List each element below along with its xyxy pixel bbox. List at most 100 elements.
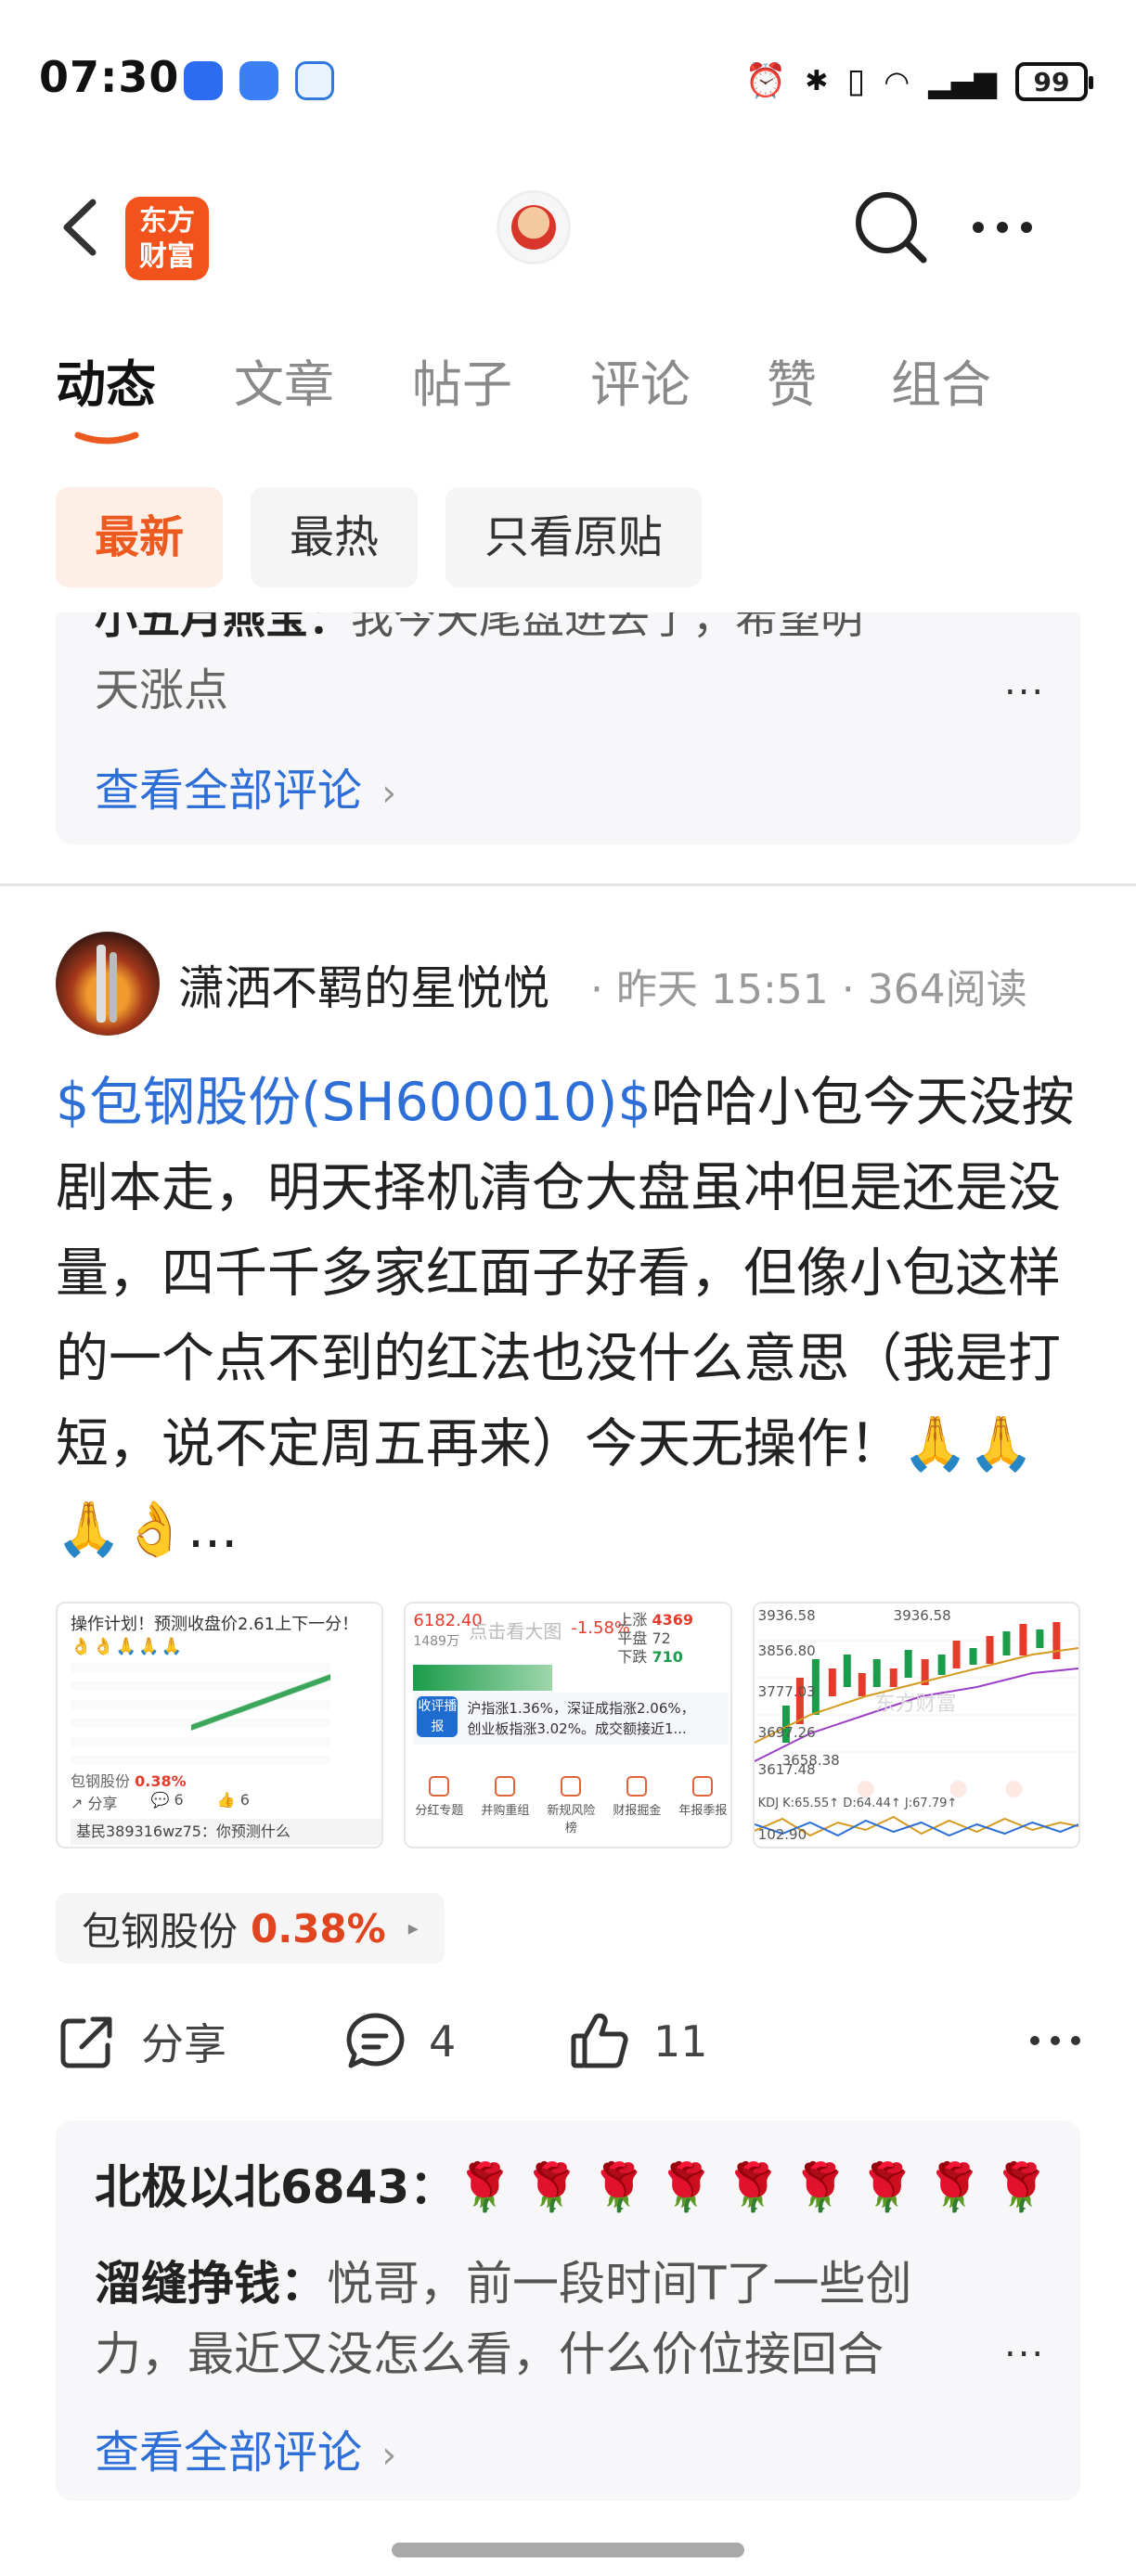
- comment-text: 悦哥，前一段时间T了一些创: [327, 2257, 912, 2311]
- thumb2-news: 收评播报 沪指涨1.36%，深证成指涨2.06%， 创业板指涨3.02%。成交额…: [413, 1693, 729, 1745]
- vibrate-icon: ▯: [846, 62, 866, 100]
- price-label-4: 3697.26: [757, 1724, 816, 1741]
- stock-tag[interactable]: 包钢股份 0.38% ▸: [56, 1893, 445, 1964]
- comment-1[interactable]: 北极以北6843：🌹🌹🌹🌹🌹🌹🌹🌹🌹: [95, 2150, 1059, 2217]
- flat-label: 平盘: [617, 1629, 648, 1647]
- comment-author: 北极以北6843：: [95, 2160, 457, 2214]
- dot: [973, 222, 984, 233]
- post-image-3[interactable]: 3936.58 3936.58 3856.80 3777.03 3697.26 …: [752, 1602, 1080, 1848]
- thumb1-table: [71, 1663, 330, 1765]
- home-indicator[interactable]: [392, 2543, 744, 2557]
- tab-comments[interactable]: 评论: [590, 348, 691, 422]
- thumb2-badge: 收评播报: [417, 1696, 458, 1737]
- view-all-label: 查看全部评论: [95, 765, 363, 817]
- icon-label: 分红专题: [415, 1804, 464, 1818]
- thumb1-comment-count: 6: [174, 1791, 184, 1809]
- thumb2-volume-bar: [413, 1665, 553, 1691]
- like-button[interactable]: 11: [568, 2004, 708, 2079]
- author-avatar[interactable]: [56, 932, 160, 1036]
- thumb1-share: ↗ 分享: [71, 1795, 118, 1812]
- price-label-2: 3856.80: [757, 1642, 816, 1659]
- chevron-right-icon: ›: [381, 772, 397, 815]
- post-more-icon[interactable]: [1030, 2036, 1080, 2045]
- thumbs-up-icon: [571, 2013, 628, 2068]
- dot: [1021, 222, 1032, 233]
- comment-button[interactable]: 4: [343, 2004, 456, 2079]
- thumb1-likes: 👍 6: [216, 1791, 250, 1809]
- comment-text: 🌹🌹🌹🌹🌹🌹🌹🌹🌹: [456, 2160, 1060, 2214]
- profile-avatar[interactable]: [497, 190, 571, 264]
- profile-tabs: 动态 文章 帖子 评论 赞 组合: [0, 348, 1136, 444]
- eastmoney-logo[interactable]: 东方 财富: [125, 197, 209, 280]
- comment-more-icon[interactable]: ...: [1004, 2323, 1045, 2365]
- thumb1-emoji: 👌👌🙏🙏🙏: [71, 1637, 185, 1656]
- price-label-1: 3936.58: [757, 1607, 816, 1624]
- wifi-icon: ◠: [884, 64, 910, 99]
- dot: [1030, 2036, 1039, 2045]
- search-icon[interactable]: [849, 186, 933, 269]
- post-actions: 分享 4 11: [56, 2004, 1080, 2079]
- comment-cut-line: 小五月燕宝：我今天尾盘进去了，希望明: [95, 612, 863, 646]
- thumb2-sub: 1489万: [413, 1634, 459, 1649]
- filter-hot[interactable]: 最热: [251, 487, 419, 587]
- thumb1-reply: 基民389316wz75：你预测什么: [71, 1819, 382, 1845]
- share-label: 分享: [141, 2019, 226, 2069]
- thumb2-market: 6182.40 1489万 点击看大图 -1.58% 上涨 4369 平盘 72…: [413, 1611, 729, 1691]
- tab-active-indicator: [74, 431, 139, 444]
- back-arrow-icon[interactable]: [56, 197, 111, 258]
- comment-text: 我今天尾盘进去了，希望明: [351, 612, 863, 643]
- thumb1-actions: ↗ 分享 💬 6 👍 6: [71, 1791, 250, 1813]
- status-bar: 07:30 ⏰ ✱ ▯ ◠ ▂▄▆ 99: [0, 0, 1136, 158]
- filter-original-only[interactable]: 只看原贴: [445, 487, 703, 587]
- shield-app-icon: [184, 61, 223, 100]
- price-label-top: 3936.58: [893, 1607, 951, 1624]
- post-image-2[interactable]: 6182.40 1489万 点击看大图 -1.58% 上涨 4369 平盘 72…: [404, 1602, 732, 1848]
- share-button[interactable]: 分享: [56, 2004, 226, 2079]
- comment-more-icon[interactable]: ...: [1004, 661, 1045, 703]
- nav-bar: 东方 财富: [0, 158, 1136, 297]
- thumb1-share-label: 分享: [87, 1795, 118, 1812]
- view-all-comments-link[interactable]: 查看全部评论 ›: [95, 2415, 396, 2480]
- news-line1: 沪指涨1.36%，深证成指涨2.06%，: [467, 1700, 695, 1717]
- filter-latest[interactable]: 最新: [56, 487, 224, 587]
- icon-label: 年报季报: [678, 1804, 728, 1818]
- tab-articles[interactable]: 文章: [234, 348, 334, 422]
- post-meta: · 昨天 15:51 · 364阅读: [590, 966, 1027, 1013]
- stock-tag-name: 包钢股份: [82, 1908, 239, 1954]
- post-image-1[interactable]: 操作计划！预测收盘价2.61上下一分！ 👌👌🙏🙏🙏 包钢股份 0.38% ↗ 分…: [56, 1602, 384, 1848]
- post-body[interactable]: $包钢股份(SH600010)$哈哈小包今天没按剧本走，明天择机清仓大盘虽冲但是…: [56, 1060, 1086, 1572]
- comment-author: 溜缝挣钱：: [95, 2257, 327, 2311]
- stock-mention-link[interactable]: $包钢股份(SH600010)$: [56, 1072, 652, 1133]
- chevron-right-icon: ›: [381, 2434, 397, 2477]
- up-count: 4369: [652, 1611, 693, 1629]
- thumb2-news-text: 沪指涨1.36%，深证成指涨2.06%， 创业板指涨3.02%。成交额接近1..…: [467, 1698, 694, 1739]
- author-name[interactable]: 潇洒不羁的星悦悦: [178, 951, 549, 1018]
- risk-icon: 新规风险榜: [545, 1776, 597, 1835]
- comment-2[interactable]: 溜缝挣钱：悦哥，前一段时间T了一些创: [95, 2247, 912, 2313]
- thumb1-title: 操作计划！预测收盘价2.61上下一分！: [71, 1615, 359, 1634]
- tab-likes[interactable]: 赞: [767, 348, 817, 422]
- view-all-comments-link[interactable]: 查看全部评论 ›: [95, 753, 396, 818]
- logo-line1: 东方: [139, 205, 195, 238]
- tab-posts[interactable]: 帖子: [412, 348, 512, 422]
- annual-report-icon: 年报季报: [677, 1776, 729, 1832]
- report-icon: 财报掘金: [611, 1776, 663, 1832]
- more-options-icon[interactable]: [973, 213, 1047, 241]
- dot: [1071, 2036, 1080, 2045]
- filter-chips: 最新 最热 只看原贴: [56, 487, 703, 587]
- caret-right-icon: ▸: [407, 1916, 419, 1940]
- thumb1-stock: 包钢股份 0.38%: [71, 1769, 187, 1791]
- thumb1-stock-name: 包钢股份: [71, 1772, 131, 1790]
- price-label-3: 3777.03: [757, 1683, 816, 1700]
- battery-icon: 99: [1015, 62, 1093, 101]
- logo-line2: 财富: [139, 240, 195, 273]
- comment-text-line2: 天涨点: [95, 664, 229, 716]
- icon-label: 并购重组: [481, 1804, 530, 1818]
- comment-count: 4: [429, 2016, 457, 2067]
- comment-preview: 北极以北6843：🌹🌹🌹🌹🌹🌹🌹🌹🌹 溜缝挣钱：悦哥，前一段时间T了一些创 力，…: [56, 2120, 1080, 2501]
- like-count: 11: [653, 2016, 708, 2067]
- avatar-face-icon: [511, 205, 556, 250]
- tab-portfolio[interactable]: 组合: [891, 348, 991, 422]
- comment-2-line2: 力，最近又没怎么看，什么价位接回合: [95, 2327, 884, 2381]
- tab-dynamics[interactable]: 动态: [56, 348, 156, 422]
